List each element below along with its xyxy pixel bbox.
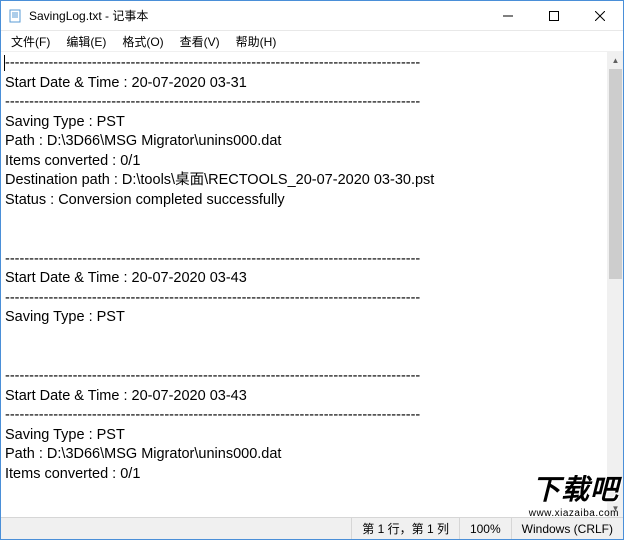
titlebar: SavingLog.txt - 记事本 [1, 1, 623, 31]
scroll-down-arrow-icon[interactable]: ▼ [607, 500, 624, 517]
close-button[interactable] [577, 1, 623, 30]
menu-help[interactable]: 帮助(H) [228, 31, 285, 52]
scroll-up-arrow-icon[interactable]: ▲ [607, 52, 624, 69]
text-editor[interactable]: ----------------------------------------… [1, 52, 606, 517]
maximize-button[interactable] [531, 1, 577, 30]
notepad-icon [7, 8, 23, 24]
status-lineending: Windows (CRLF) [511, 518, 623, 539]
content-area: ----------------------------------------… [1, 52, 623, 517]
text-content: ----------------------------------------… [5, 55, 434, 482]
vertical-scrollbar[interactable]: ▲ ▼ [606, 52, 623, 517]
status-zoom: 100% [459, 518, 511, 539]
window-controls [485, 1, 623, 30]
minimize-button[interactable] [485, 1, 531, 30]
window-title: SavingLog.txt - 记事本 [29, 7, 485, 24]
scroll-thumb[interactable] [609, 69, 622, 279]
statusbar: 第 1 行，第 1 列 100% Windows (CRLF) [1, 517, 623, 539]
menu-view[interactable]: 查看(V) [172, 31, 228, 52]
menubar: 文件(F) 编辑(E) 格式(O) 查看(V) 帮助(H) [1, 31, 623, 52]
status-position: 第 1 行，第 1 列 [351, 518, 459, 539]
menu-file[interactable]: 文件(F) [3, 31, 58, 52]
menu-edit[interactable]: 编辑(E) [58, 31, 114, 52]
menu-format[interactable]: 格式(O) [114, 31, 171, 52]
